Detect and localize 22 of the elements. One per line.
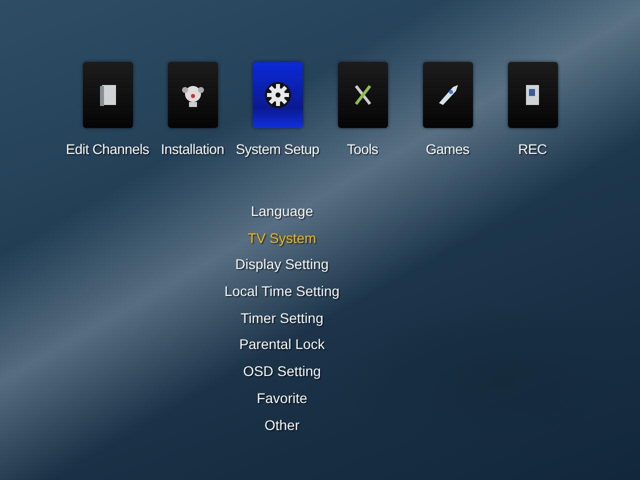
- submenu-item[interactable]: Language: [250, 198, 314, 225]
- menu-tile[interactable]: [82, 62, 132, 128]
- menu-label: System Setup: [236, 141, 320, 157]
- submenu-item[interactable]: Timer Setting: [240, 304, 324, 332]
- submenu-item[interactable]: Local Time Setting: [224, 278, 340, 305]
- menu-label: Installation: [160, 141, 224, 157]
- book-icon: [98, 83, 118, 107]
- submenu-item[interactable]: Parental Lock: [239, 331, 325, 358]
- menu-tile[interactable]: [422, 62, 472, 128]
- menu-tile[interactable]: [168, 62, 218, 128]
- menu-label: Tools: [346, 141, 378, 157]
- menu-label: REC: [518, 141, 547, 157]
- submenu-item[interactable]: Other: [264, 412, 300, 438]
- menu-label: Games: [426, 141, 470, 157]
- menu-tile[interactable]: [508, 62, 558, 128]
- menu-label: Edit Channels: [66, 141, 150, 157]
- gear-icon: [264, 81, 292, 109]
- submenu-item[interactable]: OSD Setting: [243, 358, 321, 385]
- menu-tile[interactable]: [252, 62, 302, 128]
- menu-tile[interactable]: [338, 62, 388, 128]
- submenu-item[interactable]: Display Setting: [235, 251, 329, 278]
- submenu-item[interactable]: Favorite: [256, 384, 308, 412]
